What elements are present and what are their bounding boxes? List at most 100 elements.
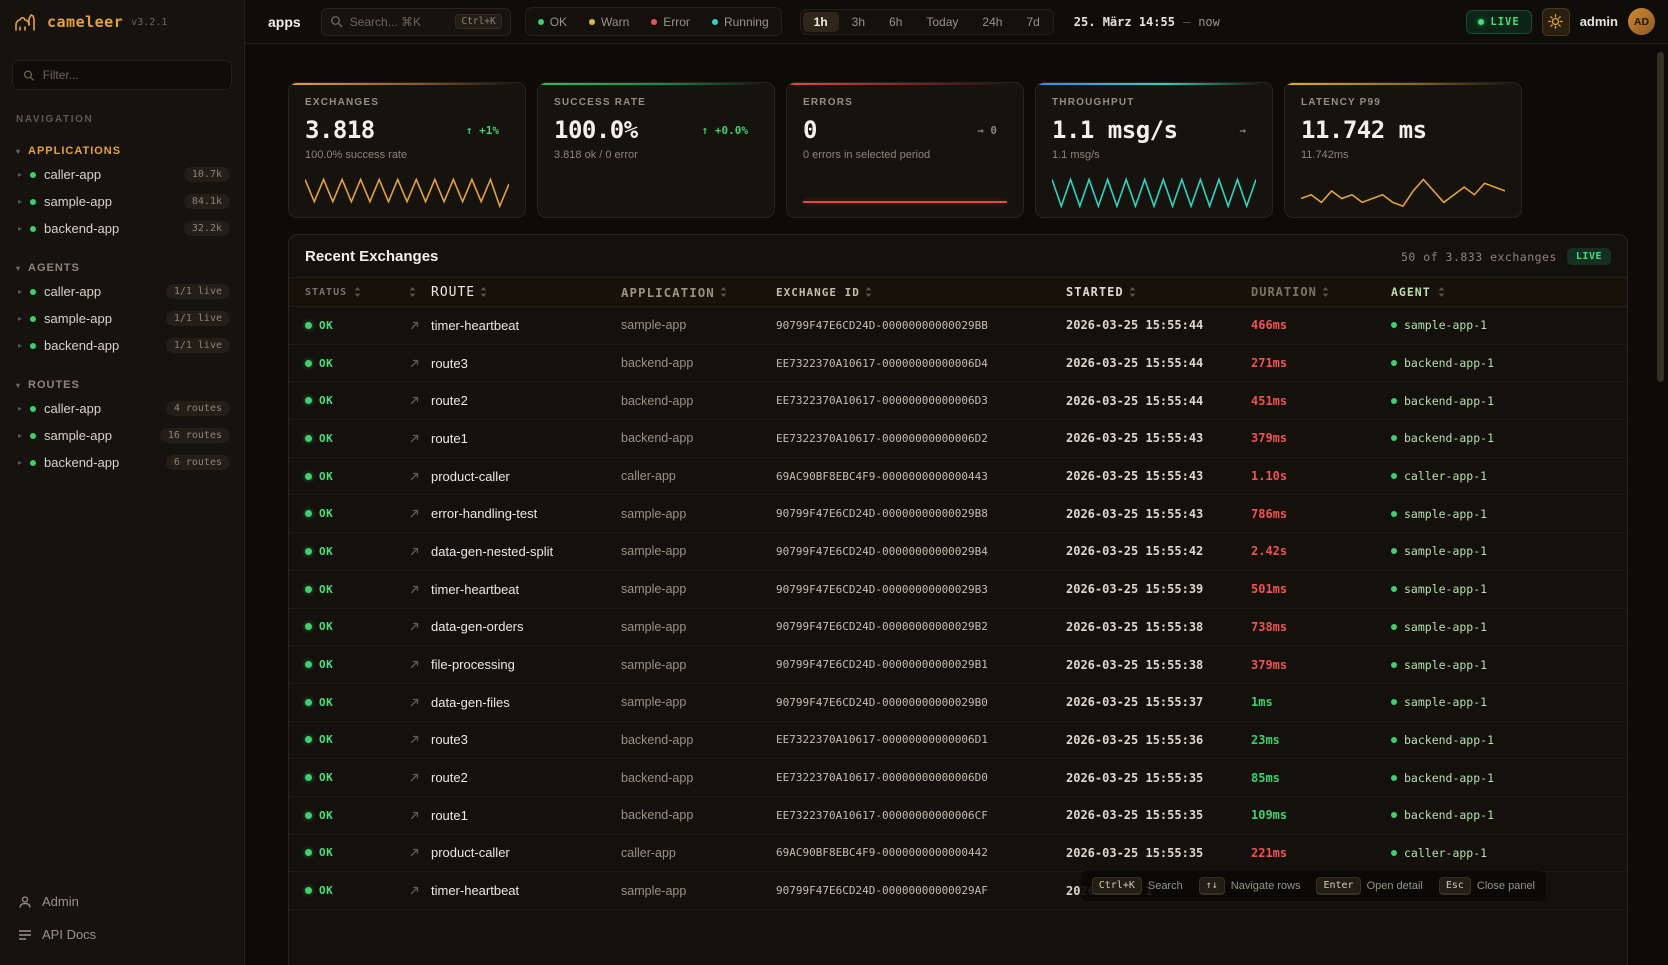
table-row[interactable]: OK data-gen-nested-split sample-app 9079… (289, 533, 1627, 571)
table-row[interactable]: OK data-gen-orders sample-app 90799F47E6… (289, 609, 1627, 647)
table-row[interactable]: OK route1 backend-app EE7322370A10617-00… (289, 797, 1627, 835)
table-row[interactable]: OK error-handling-test sample-app 90799F… (289, 495, 1627, 533)
table-row[interactable]: OK file-processing sample-app 90799F47E6… (289, 646, 1627, 684)
duration-value: 1.10s (1251, 469, 1391, 483)
route-name: route3 (431, 732, 621, 747)
sidebar-item[interactable]: ▸ caller-app 4 routes (0, 395, 244, 422)
duration-value: 2.42s (1251, 544, 1391, 558)
open-trace-icon[interactable] (409, 546, 431, 557)
time-range-button[interactable]: 1h (803, 12, 839, 32)
status-text: OK (319, 771, 333, 784)
table-row[interactable]: OK timer-heartbeat sample-app 90799F47E6… (289, 571, 1627, 609)
health-dot (30, 199, 36, 205)
sidebar-item[interactable]: ▸ sample-app 1/1 live (0, 305, 244, 332)
sidebar-item[interactable]: ▸ caller-app 1/1 live (0, 278, 244, 305)
agent-name: sample-app-1 (1404, 544, 1487, 558)
exchange-id: 90799F47E6CD24D-00000000000029B2 (776, 620, 1066, 633)
open-trace-icon[interactable] (409, 471, 431, 482)
column-header-duration[interactable]: DURATION (1251, 285, 1391, 299)
open-trace-icon[interactable] (409, 584, 431, 595)
sort-icon (1322, 287, 1329, 297)
column-header-status[interactable]: STATUS (305, 287, 409, 298)
time-range-button[interactable]: 3h (841, 12, 876, 32)
column-header-route[interactable]: ROUTE (431, 285, 621, 300)
column-header-started[interactable]: STARTED (1066, 285, 1251, 299)
content-scroll[interactable]: EXCHANGES 3.818 ↑ +1% 100.0% success rat… (245, 44, 1668, 965)
open-trace-icon[interactable] (409, 320, 431, 331)
table-row[interactable]: OK timer-heartbeat sample-app 90799F47E6… (289, 307, 1627, 345)
time-range-button[interactable]: 6h (878, 12, 913, 32)
search-input[interactable] (350, 15, 449, 29)
status-filter-chip[interactable]: Error (641, 10, 700, 33)
open-trace-icon[interactable] (409, 659, 431, 670)
sun-icon (1548, 14, 1563, 29)
table-row[interactable]: OK route2 backend-app EE7322370A10617-00… (289, 759, 1627, 797)
column-header-exchange-id[interactable]: EXCHANGE ID (776, 286, 1066, 299)
live-toggle[interactable]: LIVE (1466, 10, 1531, 34)
chevron-right-icon: ▸ (18, 314, 22, 323)
sidebar-section-header[interactable]: ▾ AGENTS (0, 258, 244, 278)
open-trace-icon[interactable] (409, 358, 431, 369)
sidebar-item-label: sample-app (44, 194, 176, 209)
sparkline-chart (305, 174, 509, 208)
hint-label: Search (1148, 880, 1183, 892)
scrollbar-thumb[interactable] (1657, 52, 1664, 382)
route-name: route1 (431, 431, 621, 446)
sidebar-section-header[interactable]: ▾ ROUTES (0, 375, 244, 395)
avatar[interactable]: AD (1628, 8, 1655, 35)
sidebar-item-admin[interactable]: Admin (0, 885, 244, 918)
status-text: OK (319, 432, 333, 445)
sidebar-item[interactable]: ▸ caller-app 10.7k (0, 161, 244, 188)
open-trace-icon[interactable] (409, 847, 431, 858)
theme-toggle[interactable] (1542, 8, 1570, 36)
sidebar-filter-input[interactable] (43, 68, 221, 82)
duration-value: 221ms (1251, 846, 1391, 860)
sidebar-section-title: APPLICATIONS (28, 145, 121, 157)
open-trace-icon[interactable] (409, 885, 431, 896)
time-range-button[interactable]: Today (915, 12, 969, 32)
open-trace-icon[interactable] (409, 433, 431, 444)
status-filter-chip[interactable]: Warn (579, 10, 639, 33)
open-trace-icon[interactable] (409, 395, 431, 406)
status-filter-chip[interactable]: Running (702, 10, 779, 33)
sparkline-chart (554, 174, 758, 208)
open-trace-icon[interactable] (409, 734, 431, 745)
table-row[interactable]: OK route2 backend-app EE7322370A10617-00… (289, 382, 1627, 420)
brand-header: cameleer v3.2.1 (0, 0, 244, 44)
agent-dot (1391, 435, 1397, 441)
stat-subtitle: 11.742ms (1301, 149, 1505, 161)
column-header-application[interactable]: APPLICATION (621, 285, 776, 300)
sidebar-item[interactable]: ▸ backend-app 6 routes (0, 449, 244, 476)
keyboard-hint: Enter Open detail (1316, 877, 1422, 895)
sidebar-item[interactable]: ▸ backend-app 1/1 live (0, 332, 244, 359)
sidebar-item-api-docs[interactable]: API Docs (0, 918, 244, 951)
open-trace-icon[interactable] (409, 508, 431, 519)
status-filter-chip[interactable]: OK (528, 10, 577, 33)
sidebar-item[interactable]: ▸ backend-app 32.2k (0, 215, 244, 242)
open-trace-icon[interactable] (409, 772, 431, 783)
table-row[interactable]: OK product-caller caller-app 69AC90BF8EB… (289, 458, 1627, 496)
sidebar-footer: Admin API Docs (0, 877, 244, 965)
column-header-trace[interactable] (409, 287, 431, 297)
sidebar-item[interactable]: ▸ sample-app 84.1k (0, 188, 244, 215)
sidebar-section-header[interactable]: ▾ APPLICATIONS (0, 141, 244, 161)
sidebar-item[interactable]: ▸ sample-app 16 routes (0, 422, 244, 449)
table-row[interactable]: OK route3 backend-app EE7322370A10617-00… (289, 345, 1627, 383)
table-row[interactable]: OK data-gen-files sample-app 90799F47E6C… (289, 684, 1627, 722)
live-label: LIVE (1490, 16, 1519, 28)
time-range-button[interactable]: 7d (1015, 12, 1050, 32)
agent-name: sample-app-1 (1404, 620, 1487, 634)
table-row[interactable]: OK route3 backend-app EE7322370A10617-00… (289, 722, 1627, 760)
status-dot (305, 435, 312, 442)
table-row[interactable]: OK product-caller caller-app 69AC90BF8EB… (289, 835, 1627, 873)
time-range-button[interactable]: 24h (971, 12, 1013, 32)
hint-label: Close panel (1477, 880, 1535, 892)
open-trace-icon[interactable] (409, 697, 431, 708)
open-trace-icon[interactable] (409, 621, 431, 632)
column-header-agent[interactable]: AGENT (1391, 285, 1611, 299)
open-trace-icon[interactable] (409, 810, 431, 821)
status-dot (305, 586, 312, 593)
table-row[interactable]: OK route1 backend-app EE7322370A10617-00… (289, 420, 1627, 458)
status-text: OK (319, 846, 333, 859)
hint-label: Open detail (1367, 880, 1423, 892)
